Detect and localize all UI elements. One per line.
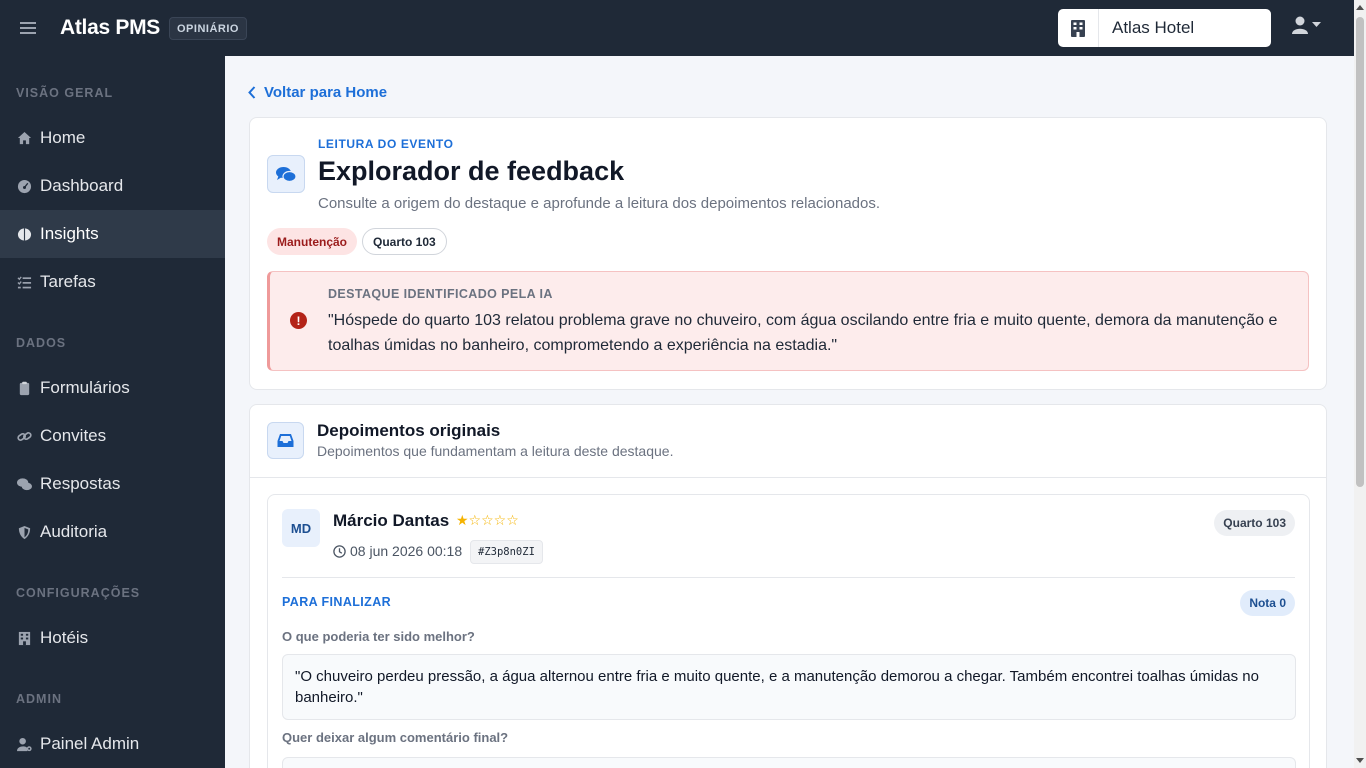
scroll-up-arrow[interactable]: [1356, 5, 1364, 10]
sidebar-item-hotels[interactable]: Hotéis: [0, 614, 225, 662]
sidebar-item-label: Home: [40, 128, 86, 147]
home-icon: [16, 130, 32, 146]
hotel-selector-value: Atlas Hotel: [1112, 18, 1195, 37]
testimonials-title: Depoimentos originais: [317, 421, 501, 440]
hotel-selector[interactable]: Atlas Hotel: [1058, 9, 1271, 47]
scrollbar-thumb[interactable]: [1356, 17, 1364, 487]
menu-toggle-button[interactable]: [0, 0, 56, 56]
brand-name[interactable]: Atlas PMS: [60, 16, 160, 40]
alert-icon: !: [290, 312, 307, 329]
review-section-label: PARA FINALIZAR: [282, 595, 392, 609]
sidebar: VISÃO GERAL Home Dashboard Insights Tare…: [0, 56, 225, 768]
sidebar-item-invites[interactable]: Convites: [0, 412, 225, 460]
sidebar-item-label: Convites: [40, 426, 107, 445]
room-badge: Quarto 103: [1214, 510, 1295, 536]
question-label: O que poderia ter sido melhor?: [282, 629, 475, 644]
feedback-explorer-header-card: LEITURA DO EVENTO Explorador de feedback…: [249, 117, 1327, 390]
review-date: 08 jun 2026 00:18: [333, 543, 462, 559]
sidebar-item-dashboard[interactable]: Dashboard: [0, 162, 225, 210]
section-divider: [250, 477, 1326, 478]
answer-text-empty: [282, 757, 1296, 768]
comments-icon: [16, 476, 32, 492]
sidebar-section-admin: ADMIN: [16, 692, 62, 706]
clock-icon: [333, 544, 346, 558]
sidebar-item-admin-panel[interactable]: Painel Admin: [0, 720, 225, 768]
user-menu-button[interactable]: [1292, 16, 1321, 34]
sidebar-item-tasks[interactable]: Tarefas: [0, 258, 225, 306]
sidebar-item-label: Tarefas: [40, 272, 96, 291]
inbox-icon: [267, 422, 304, 459]
chevron-left-icon: [248, 86, 256, 99]
link-icon: [16, 428, 32, 444]
sidebar-item-label: Insights: [40, 224, 99, 243]
ai-highlight-callout: ! DESTAQUE IDENTIFICADO PELA IA "Hóspede…: [267, 271, 1309, 371]
testimonial-card: MD Márcio Dantas ★☆☆☆☆ 08 jun 2026 00:18…: [267, 494, 1310, 768]
review-divider: [282, 577, 1295, 578]
star-rating: ★☆☆☆☆: [456, 512, 519, 528]
caret-down-icon: [1312, 22, 1321, 27]
testimonials-subtitle: Depoimentos que fundamentam a leitura de…: [317, 443, 674, 459]
page-scrollbar[interactable]: [1354, 0, 1366, 768]
user-icon: [1292, 16, 1308, 34]
sidebar-item-label: Hotéis: [40, 628, 89, 647]
sidebar-item-label: Painel Admin: [40, 734, 140, 753]
sidebar-item-label: Formulários: [40, 378, 130, 397]
score-badge: Nota 0: [1240, 590, 1295, 616]
building-icon: [1058, 9, 1099, 47]
hamburger-icon: [20, 22, 36, 34]
sidebar-item-forms[interactable]: Formulários: [0, 364, 225, 412]
avatar: MD: [282, 509, 320, 547]
user-cog-icon: [16, 736, 32, 752]
brand-badge: OPINIÁRIO: [169, 16, 247, 40]
room-tag: Quarto 103: [362, 228, 447, 255]
sidebar-item-audit[interactable]: Auditoria: [0, 508, 225, 556]
back-link-label: Voltar para Home: [264, 84, 388, 101]
ai-highlight-label: DESTAQUE IDENTIFICADO PELA IA: [328, 287, 553, 301]
review-date-text: 08 jun 2026 00:18: [350, 543, 463, 559]
shield-icon: [16, 524, 32, 540]
building-icon: [16, 630, 32, 646]
sidebar-item-label: Dashboard: [40, 176, 124, 195]
sidebar-item-responses[interactable]: Respostas: [0, 460, 225, 508]
brain-icon: [16, 226, 32, 242]
page-subtitle: Consulte a origem do destaque e aprofund…: [318, 195, 881, 212]
sidebar-section-data: DADOS: [16, 336, 67, 350]
sidebar-section-overview: VISÃO GERAL: [16, 86, 114, 100]
tasks-icon: [16, 274, 32, 290]
page-title: Explorador de feedback: [318, 156, 625, 186]
dashboard-icon: [16, 178, 32, 194]
original-testimonials-card: Depoimentos originais Depoimentos que fu…: [249, 404, 1327, 768]
category-tag: Manutenção: [267, 228, 358, 255]
page-eyebrow: LEITURA DO EVENTO: [318, 137, 454, 151]
sidebar-item-insights[interactable]: Insights: [0, 210, 225, 258]
reviewer-name: Márcio Dantas: [333, 511, 450, 530]
sidebar-item-label: Auditoria: [40, 522, 108, 541]
question-label: Quer deixar algum comentário final?: [282, 730, 509, 745]
clipboard-icon: [16, 380, 32, 396]
ai-highlight-text: "Hóspede do quarto 103 relatou problema …: [328, 312, 1278, 354]
scroll-down-arrow[interactable]: [1356, 758, 1364, 763]
sidebar-item-home[interactable]: Home: [0, 114, 225, 162]
sidebar-section-settings: CONFIGURAÇÕES: [16, 586, 141, 600]
back-to-home-link[interactable]: Voltar para Home: [248, 84, 387, 101]
review-id: #Z3p8n0ZI: [470, 540, 543, 564]
sidebar-item-label: Respostas: [40, 474, 121, 493]
answer-text: "O chuveiro perdeu pressão, a água alter…: [282, 654, 1296, 720]
comments-icon: [267, 155, 305, 193]
